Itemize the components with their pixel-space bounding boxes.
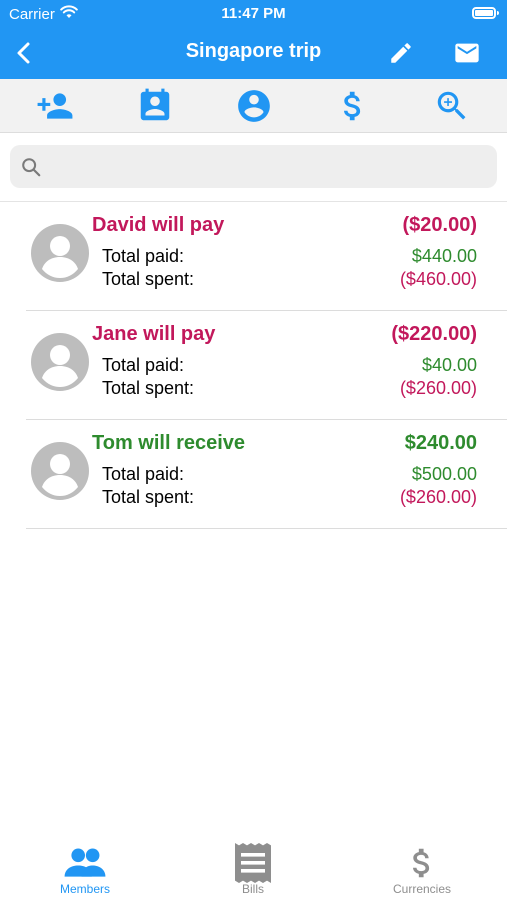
search-bar[interactable] bbox=[10, 145, 497, 190]
zoom-button[interactable] bbox=[432, 86, 472, 126]
dollar-button[interactable] bbox=[333, 86, 373, 126]
avatar-icon bbox=[31, 333, 89, 391]
total-spent-value: ($260.00) bbox=[399, 487, 477, 507]
email-button[interactable] bbox=[450, 36, 484, 70]
status-time: 11:47 PM bbox=[221, 5, 286, 22]
total-paid-label: Total paid: bbox=[102, 246, 185, 266]
total-spent-label: Total spent: bbox=[102, 378, 195, 398]
add-member-icon bbox=[37, 93, 73, 119]
nav-bar: Singapore trip bbox=[0, 28, 507, 79]
contact-calendar-button[interactable] bbox=[135, 86, 175, 126]
account-button[interactable] bbox=[234, 86, 274, 126]
member-balance: ($20.00) bbox=[402, 214, 478, 236]
tab-bills[interactable]: Bills bbox=[193, 843, 313, 896]
tab-label: Currencies bbox=[392, 882, 452, 896]
currencies-icon bbox=[413, 848, 430, 878]
total-paid-value: $40.00 bbox=[421, 355, 477, 375]
member-row-david[interactable]: David will pay ($20.00) Total paid: $440… bbox=[26, 202, 507, 311]
member-row-tom[interactable]: Tom will receive $240.00 Total paid: $50… bbox=[26, 420, 507, 529]
member-status-label: David will pay bbox=[92, 214, 225, 236]
search-input[interactable] bbox=[50, 145, 494, 190]
tab-label: Members bbox=[59, 882, 110, 896]
member-balance: ($220.00) bbox=[391, 323, 477, 345]
battery-icon bbox=[472, 7, 499, 19]
mail-icon bbox=[455, 43, 479, 63]
bills-icon bbox=[235, 843, 271, 883]
member-status-label: Jane will pay bbox=[92, 323, 216, 345]
total-paid-label: Total paid: bbox=[102, 464, 185, 484]
dollar-icon bbox=[344, 91, 361, 121]
tab-currencies[interactable]: Currencies bbox=[362, 844, 482, 896]
total-spent-label: Total spent: bbox=[102, 487, 195, 507]
search-icon bbox=[22, 158, 41, 177]
pencil-icon bbox=[391, 43, 411, 63]
member-status-label: Tom will receive bbox=[92, 432, 246, 454]
edit-button[interactable] bbox=[384, 36, 418, 70]
action-toolbar bbox=[0, 79, 507, 133]
header: Carrier 11:47 PM Singapore trip bbox=[0, 0, 507, 79]
tab-members[interactable]: Members bbox=[25, 844, 145, 896]
page-title: Singapore trip bbox=[185, 40, 322, 62]
members-icon bbox=[64, 848, 106, 877]
total-paid-value: $440.00 bbox=[411, 246, 477, 266]
status-bar: Carrier 11:47 PM bbox=[0, 0, 507, 28]
total-spent-value: ($260.00) bbox=[399, 378, 477, 398]
tab-bar: Members Bills Currencies bbox=[0, 836, 507, 900]
tab-label: Bills bbox=[241, 882, 264, 896]
search-section bbox=[0, 133, 507, 202]
member-balance: $240.00 bbox=[404, 432, 477, 454]
calendar-contact-icon bbox=[140, 88, 170, 121]
member-row-jane[interactable]: Jane will pay ($220.00) Total paid: $40.… bbox=[26, 311, 507, 420]
avatar-icon bbox=[31, 224, 89, 282]
total-paid-value: $500.00 bbox=[411, 464, 477, 484]
total-spent-label: Total spent: bbox=[102, 269, 195, 289]
total-spent-value: ($460.00) bbox=[399, 269, 477, 289]
total-paid-label: Total paid: bbox=[102, 355, 185, 375]
add-member-button[interactable] bbox=[35, 86, 75, 126]
account-icon bbox=[238, 90, 270, 122]
zoom-in-icon bbox=[437, 91, 466, 120]
avatar-icon bbox=[31, 442, 89, 500]
